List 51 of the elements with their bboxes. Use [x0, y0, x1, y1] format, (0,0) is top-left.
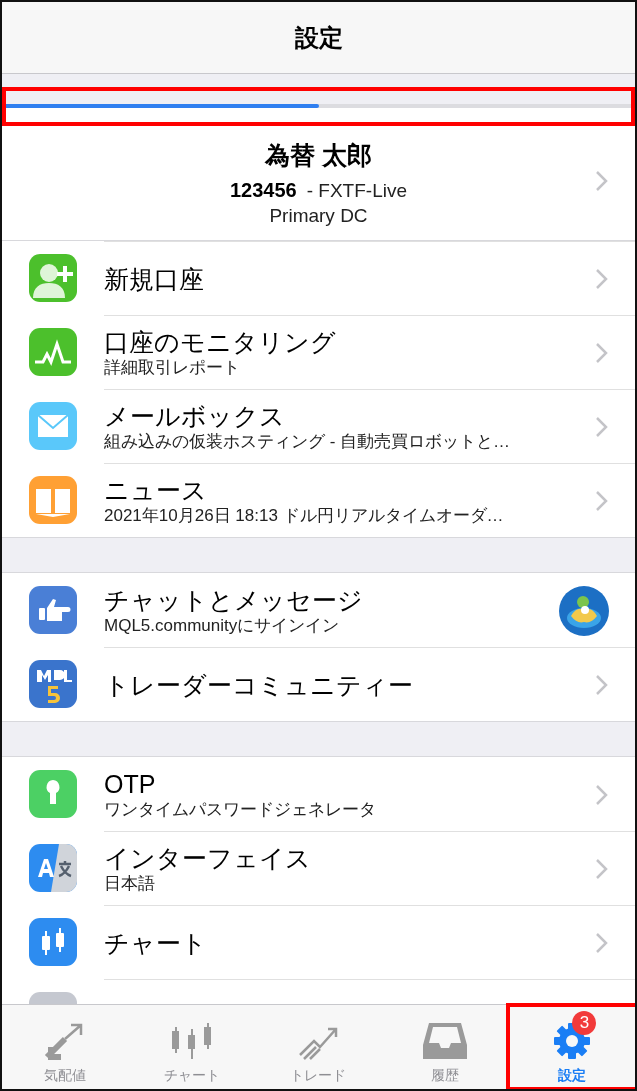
- menu-item[interactable]: 口座のモニタリング 詳細取引レポート: [2, 315, 635, 389]
- menu-item[interactable]: メールボックス 組み込みの仮装ホスティング - 自動売買ロボットと…: [2, 389, 635, 463]
- candlestick-icon: [29, 918, 77, 966]
- inbox-icon: [421, 1021, 470, 1061]
- item-title: インターフェイス: [104, 843, 312, 873]
- menu-item[interactable]: チャート: [2, 905, 635, 979]
- keyhole-icon: [29, 770, 77, 818]
- chevron-icon: [595, 673, 609, 696]
- chevron-icon: [595, 783, 609, 806]
- pulse-icon: [29, 328, 77, 376]
- item-subtitle: 日本語: [104, 873, 156, 894]
- account-number: 123456: [230, 179, 297, 202]
- page-title: 設定: [294, 22, 343, 53]
- pointing-hand-icon: [29, 586, 77, 634]
- item-title: OTP: [104, 769, 157, 799]
- chevron-icon: [595, 341, 609, 364]
- item-subtitle: MQL5.communityにサインイン: [104, 615, 341, 636]
- chevron-icon: [595, 857, 609, 880]
- menu-item[interactable]: ニュース 2021年10月26日 18:13 ドル円リアルタイムオーダ…: [2, 463, 635, 537]
- chevron-icon: [595, 931, 609, 954]
- notification-badge: 3: [572, 1011, 597, 1035]
- chevron-icon: [595, 489, 609, 512]
- app-logo-icon: [559, 585, 609, 636]
- chevron-icon: [595, 170, 609, 192]
- item-subtitle: 組み込みの仮装ホスティング - 自動売買ロボットと…: [104, 431, 512, 452]
- account-name: 為替 太郎: [265, 140, 372, 171]
- mail-icon: [29, 402, 77, 450]
- item-subtitle: 詳細取引レポート: [104, 357, 241, 378]
- menu-item[interactable]: 新規口座: [2, 241, 635, 315]
- item-title: 口座のモニタリング: [104, 327, 337, 357]
- tab[interactable]: 設定 3: [508, 1005, 635, 1089]
- item-title: メールボックス: [104, 401, 286, 431]
- server-name: - FXTF-Live: [306, 180, 407, 202]
- item-title: トレーダーコミュニティー: [104, 669, 414, 700]
- book-icon: [29, 476, 77, 524]
- menu-item[interactable]: トレーダーコミュニティー: [2, 647, 635, 721]
- item-title: ニュース: [104, 475, 208, 505]
- mql-logo-icon: [29, 660, 77, 708]
- item-subtitle: 2021年10月26日 18:13 ドル円リアルタイムオーダ…: [104, 505, 505, 526]
- chevron-icon: [595, 415, 609, 438]
- menu-item[interactable]: OTP ワンタイムパスワードジェネレータ: [2, 757, 635, 831]
- menu-item[interactable]: チャットとメッセージ MQL5.communityにサインイン: [2, 573, 635, 647]
- datacenter-name: Primary DC: [269, 205, 368, 227]
- item-title: チャート: [104, 927, 208, 958]
- translate-icon: [29, 844, 77, 892]
- item-subtitle: ワンタイムパスワードジェネレータ: [104, 799, 377, 820]
- menu-item[interactable]: インターフェイス 日本語: [2, 831, 635, 905]
- item-title: 新規口座: [104, 263, 205, 294]
- item-title: チャットとメッセージ: [104, 585, 364, 615]
- chevron-icon: [595, 267, 609, 290]
- add-person-icon: [29, 254, 77, 302]
